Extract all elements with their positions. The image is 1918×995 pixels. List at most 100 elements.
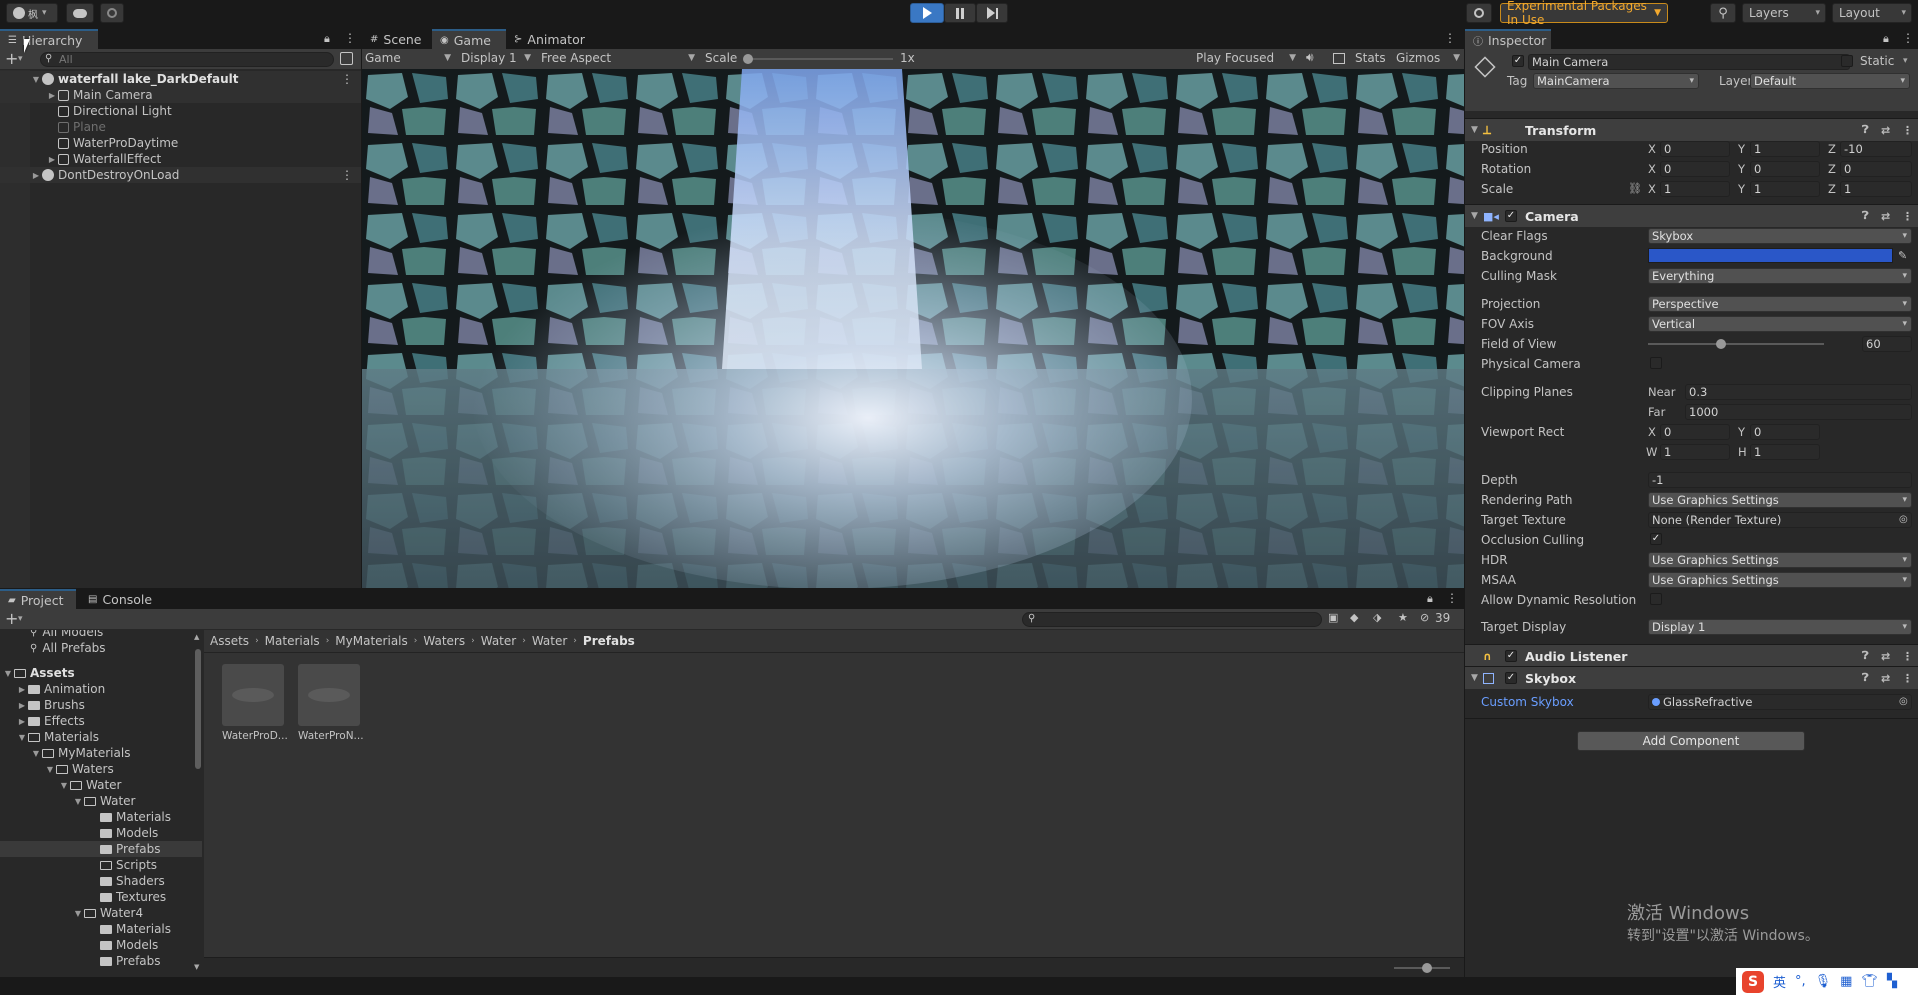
game-render-view[interactable] [362, 69, 1464, 588]
tree-row-water-sub[interactable]: ▼ Water [0, 793, 202, 809]
rotation-z-field[interactable]: 0 [1840, 160, 1912, 177]
physical-camera-checkbox[interactable] [1650, 357, 1662, 369]
tree-row-effects[interactable]: ▶ Effects [0, 713, 202, 729]
culling-mask-dropdown[interactable]: Everything [1648, 267, 1912, 284]
play-focused-dropdown[interactable]: Play Focused ▼ [1196, 51, 1298, 67]
object-picker-icon[interactable]: ◎ [1899, 514, 1908, 525]
tab-project[interactable]: ▰ Project [0, 589, 76, 609]
breadcrumb-item[interactable]: Waters [423, 634, 465, 648]
tree-row-water4-models[interactable]: Models [0, 937, 202, 953]
tree-row-water[interactable]: ▼ Water [0, 777, 202, 793]
fov-slider[interactable] [1648, 339, 1824, 349]
object-picker-icon[interactable]: ◎ [1899, 696, 1908, 707]
aspect-dropdown[interactable]: Free Aspect ▼ [541, 51, 697, 67]
tree-row-water4-materials[interactable]: Materials [0, 921, 202, 937]
layer-dropdown[interactable]: Default [1750, 73, 1910, 89]
hierarchy-row-plane[interactable]: Plane [0, 119, 361, 135]
audio-listener-checkbox[interactable]: ✓ [1505, 650, 1517, 662]
tree-row-water4[interactable]: ▼ Water4 [0, 905, 202, 921]
account-button[interactable]: 枫 ▾ [6, 3, 58, 23]
tag-dropdown[interactable]: MainCamera [1533, 73, 1699, 89]
preset-icon[interactable]: ⇄ [1881, 672, 1890, 685]
camera-enabled-checkbox[interactable]: ✓ [1505, 210, 1517, 222]
viewport-w-field[interactable]: 1 [1660, 443, 1730, 460]
rotation-x-field[interactable]: 0 [1660, 160, 1730, 177]
layers-dropdown[interactable]: Layers ▾ [1742, 3, 1826, 23]
step-button[interactable] [976, 3, 1008, 23]
custom-skybox-field[interactable]: GlassRefractive [1648, 693, 1912, 710]
background-color-swatch[interactable] [1648, 248, 1893, 263]
tree-row-water-prefabs[interactable]: Prefabs [0, 841, 202, 857]
tab-console[interactable]: ▤ Console [80, 589, 160, 609]
hdr-dropdown[interactable]: Use Graphics Settings [1648, 551, 1912, 568]
scale-slider[interactable] [743, 54, 893, 64]
filter-by-type-icon[interactable]: ◆ [1350, 611, 1358, 624]
breadcrumb-item[interactable]: Water [532, 634, 567, 648]
favorite-icon[interactable]: ★ [1398, 611, 1408, 624]
tab-scene[interactable]: # Scene [362, 29, 432, 49]
depth-field[interactable]: -1 [1648, 471, 1912, 488]
scene-visibility-icon[interactable] [340, 52, 353, 65]
transform-header[interactable]: ▼ ⟂ Transform ❓︎ ⇄ ⋮ [1465, 118, 1918, 141]
collab-button[interactable] [100, 3, 124, 23]
favorite-all-prefabs[interactable]: ⚲ All Prefabs [0, 640, 202, 656]
audio-listener-header[interactable]: ∩ ✓ Audio Listener ❓︎ ⇄ ⋮ [1465, 644, 1918, 667]
static-checkbox[interactable] [1841, 55, 1853, 67]
tree-row-water-shaders[interactable]: Shaders [0, 873, 202, 889]
pause-button[interactable] [944, 3, 976, 23]
game-mode-dropdown[interactable]: Game ▼ [365, 51, 453, 67]
target-display-dropdown[interactable]: Display 1 [1648, 618, 1912, 635]
play-button[interactable] [910, 3, 944, 23]
hierarchy-row-main-camera[interactable]: ▶ Main Camera [0, 87, 361, 103]
breadcrumb-item[interactable]: Materials [265, 634, 320, 648]
help-icon[interactable]: ❓︎ [1862, 123, 1869, 137]
tab-hierarchy[interactable]: ☰ Hierarchy [0, 29, 98, 49]
breadcrumb-item[interactable]: MyMaterials [335, 634, 407, 648]
scale-y-field[interactable]: 1 [1750, 180, 1820, 197]
skin-icon[interactable]: 👕︎ [1861, 974, 1878, 989]
stats-button[interactable]: Stats [1355, 51, 1386, 65]
viewport-y-field[interactable]: 0 [1750, 423, 1820, 440]
target-texture-field[interactable]: None (Render Texture) [1648, 511, 1912, 528]
lock-icon[interactable]: 🔒︎ [1883, 32, 1889, 46]
rendering-path-dropdown[interactable]: Use Graphics Settings [1648, 491, 1912, 508]
mute-audio-icon[interactable]: 🔊︎ [1306, 50, 1314, 65]
breadcrumb-item[interactable]: Prefabs [583, 634, 635, 648]
hierarchy-row-dontdestroyonload[interactable]: ▶ DontDestroyOnLoad ⋮ [0, 167, 361, 183]
component-menu-icon[interactable]: ⋮ [1902, 210, 1913, 223]
scale-slider-thumb[interactable] [743, 54, 753, 64]
preset-icon[interactable]: ⇄ [1881, 210, 1890, 223]
gizmos-dropdown[interactable]: Gizmos ▼ [1396, 51, 1460, 67]
search-button[interactable]: ⚲ [1710, 3, 1736, 23]
scene-menu-icon[interactable]: ⋮ [341, 72, 353, 86]
create-icon[interactable]: + [5, 49, 18, 69]
scale-z-field[interactable]: 1 [1840, 180, 1912, 197]
preset-icon[interactable]: ⇄ [1881, 650, 1890, 663]
history-button[interactable] [1466, 3, 1492, 23]
asset-tile[interactable]: WaterProD... [222, 664, 288, 744]
display-dropdown[interactable]: Display 1 ▼ [461, 51, 533, 67]
fov-axis-dropdown[interactable]: Vertical [1648, 315, 1912, 332]
msaa-dropdown[interactable]: Use Graphics Settings [1648, 571, 1912, 588]
tree-row-water-scripts[interactable]: Scripts [0, 857, 202, 873]
keyboard-icon[interactable]: ▦ [1840, 974, 1852, 989]
hierarchy-row-waterfalleffect[interactable]: ▶ WaterfallEffect [0, 151, 361, 167]
layout-dropdown[interactable]: Layout ▾ [1832, 3, 1912, 23]
eyedropper-icon[interactable]: ✎ [1898, 249, 1907, 262]
projection-dropdown[interactable]: Perspective [1648, 295, 1912, 312]
clear-flags-dropdown[interactable]: Skybox [1648, 227, 1912, 244]
more-icon[interactable]: ⋮ [1902, 31, 1914, 45]
tree-row-brushs[interactable]: ▶ Brushs [0, 697, 202, 713]
link-icon[interactable]: ⛓ [1628, 182, 1642, 195]
ime-language[interactable]: 英 [1773, 972, 1786, 991]
asset-tile[interactable]: WaterProN... [298, 664, 364, 744]
breadcrumb-item[interactable]: Water [481, 634, 516, 648]
more-icon[interactable]: ⋮ [344, 31, 356, 45]
hierarchy-search-input[interactable]: ⚲ All [40, 52, 334, 67]
breadcrumb-item[interactable]: Assets [210, 634, 249, 648]
position-y-field[interactable]: 1 [1750, 140, 1820, 157]
toolbox-icon[interactable]: ▚ [1887, 974, 1897, 989]
preset-icon[interactable]: ⇄ [1881, 124, 1890, 137]
punctuation-icon[interactable]: °, [1795, 974, 1806, 989]
lock-icon[interactable]: 🔒︎ [324, 32, 330, 46]
